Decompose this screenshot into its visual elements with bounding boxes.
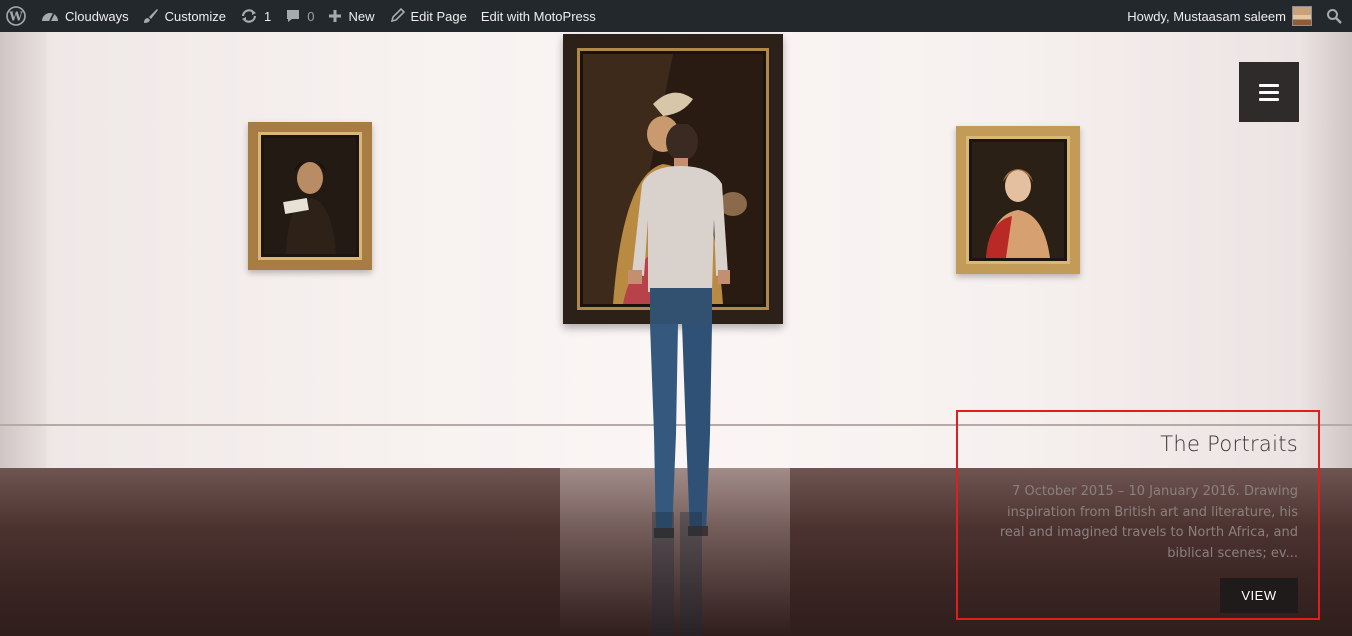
avatar <box>1292 6 1312 26</box>
pencil-icon <box>390 8 405 23</box>
wall-left-edge <box>0 32 46 472</box>
visitor-figure <box>628 124 730 538</box>
new-content-link[interactable]: New <box>321 0 381 32</box>
admin-bar: W Cloudways Customize 1 0 New Edit Page … <box>0 0 1352 32</box>
dashboard-icon <box>42 13 58 22</box>
new-label: New <box>348 8 375 24</box>
admin-bar-right: Howdy, Mustaasam saleem <box>1120 0 1352 32</box>
customize-link[interactable]: Customize <box>136 0 233 32</box>
comments-link[interactable]: 0 <box>278 0 321 32</box>
edit-with-motopress-link[interactable]: Edit with MotoPress <box>474 0 603 32</box>
brush-icon <box>143 9 158 23</box>
portrait-woman-image <box>972 142 1064 258</box>
hero-slider: The Portraits 7 October 2015 – 10 Januar… <box>0 32 1352 636</box>
main-menu-button[interactable] <box>1239 62 1299 122</box>
view-button[interactable]: VIEW <box>1220 578 1298 613</box>
slide-title: The Portraits <box>1160 432 1298 456</box>
search-icon <box>1327 9 1342 24</box>
howdy-label: Howdy, Mustaasam saleem <box>1127 8 1286 24</box>
wall-right-edge <box>1308 32 1352 472</box>
updates-count: 1 <box>264 8 272 24</box>
hamburger-icon <box>1259 82 1279 103</box>
edit-page-label: Edit Page <box>410 8 467 24</box>
site-name-link[interactable]: Cloudways <box>34 0 136 32</box>
comments-count: 0 <box>307 8 315 24</box>
visitor-reflection <box>652 512 702 636</box>
portrait-man-image <box>264 138 356 254</box>
admin-search-toggle[interactable] <box>1319 0 1352 32</box>
admin-bar-left: W Cloudways Customize 1 0 New Edit Page … <box>0 0 603 32</box>
edit-page-link[interactable]: Edit Page <box>382 0 474 32</box>
updates-link[interactable]: 1 <box>233 0 278 32</box>
portrait-painting-left <box>248 122 372 270</box>
customize-label: Customize <box>164 8 227 24</box>
wordpress-menu[interactable]: W <box>0 0 34 32</box>
comment-icon <box>287 10 300 22</box>
plus-icon <box>329 10 342 22</box>
edit-with-label: Edit with MotoPress <box>480 8 596 24</box>
svg-text:W: W <box>8 10 23 24</box>
updates-icon <box>241 9 257 23</box>
portrait-painting-right <box>956 126 1080 274</box>
slide-description: 7 October 2015 – 10 January 2016. Drawin… <box>999 484 1298 561</box>
wordpress-icon: W <box>6 6 26 26</box>
site-name-label: Cloudways <box>65 8 129 24</box>
slide-caption: The Portraits 7 October 2015 – 10 Januar… <box>956 410 1320 620</box>
my-account-link[interactable]: Howdy, Mustaasam saleem <box>1120 0 1319 32</box>
